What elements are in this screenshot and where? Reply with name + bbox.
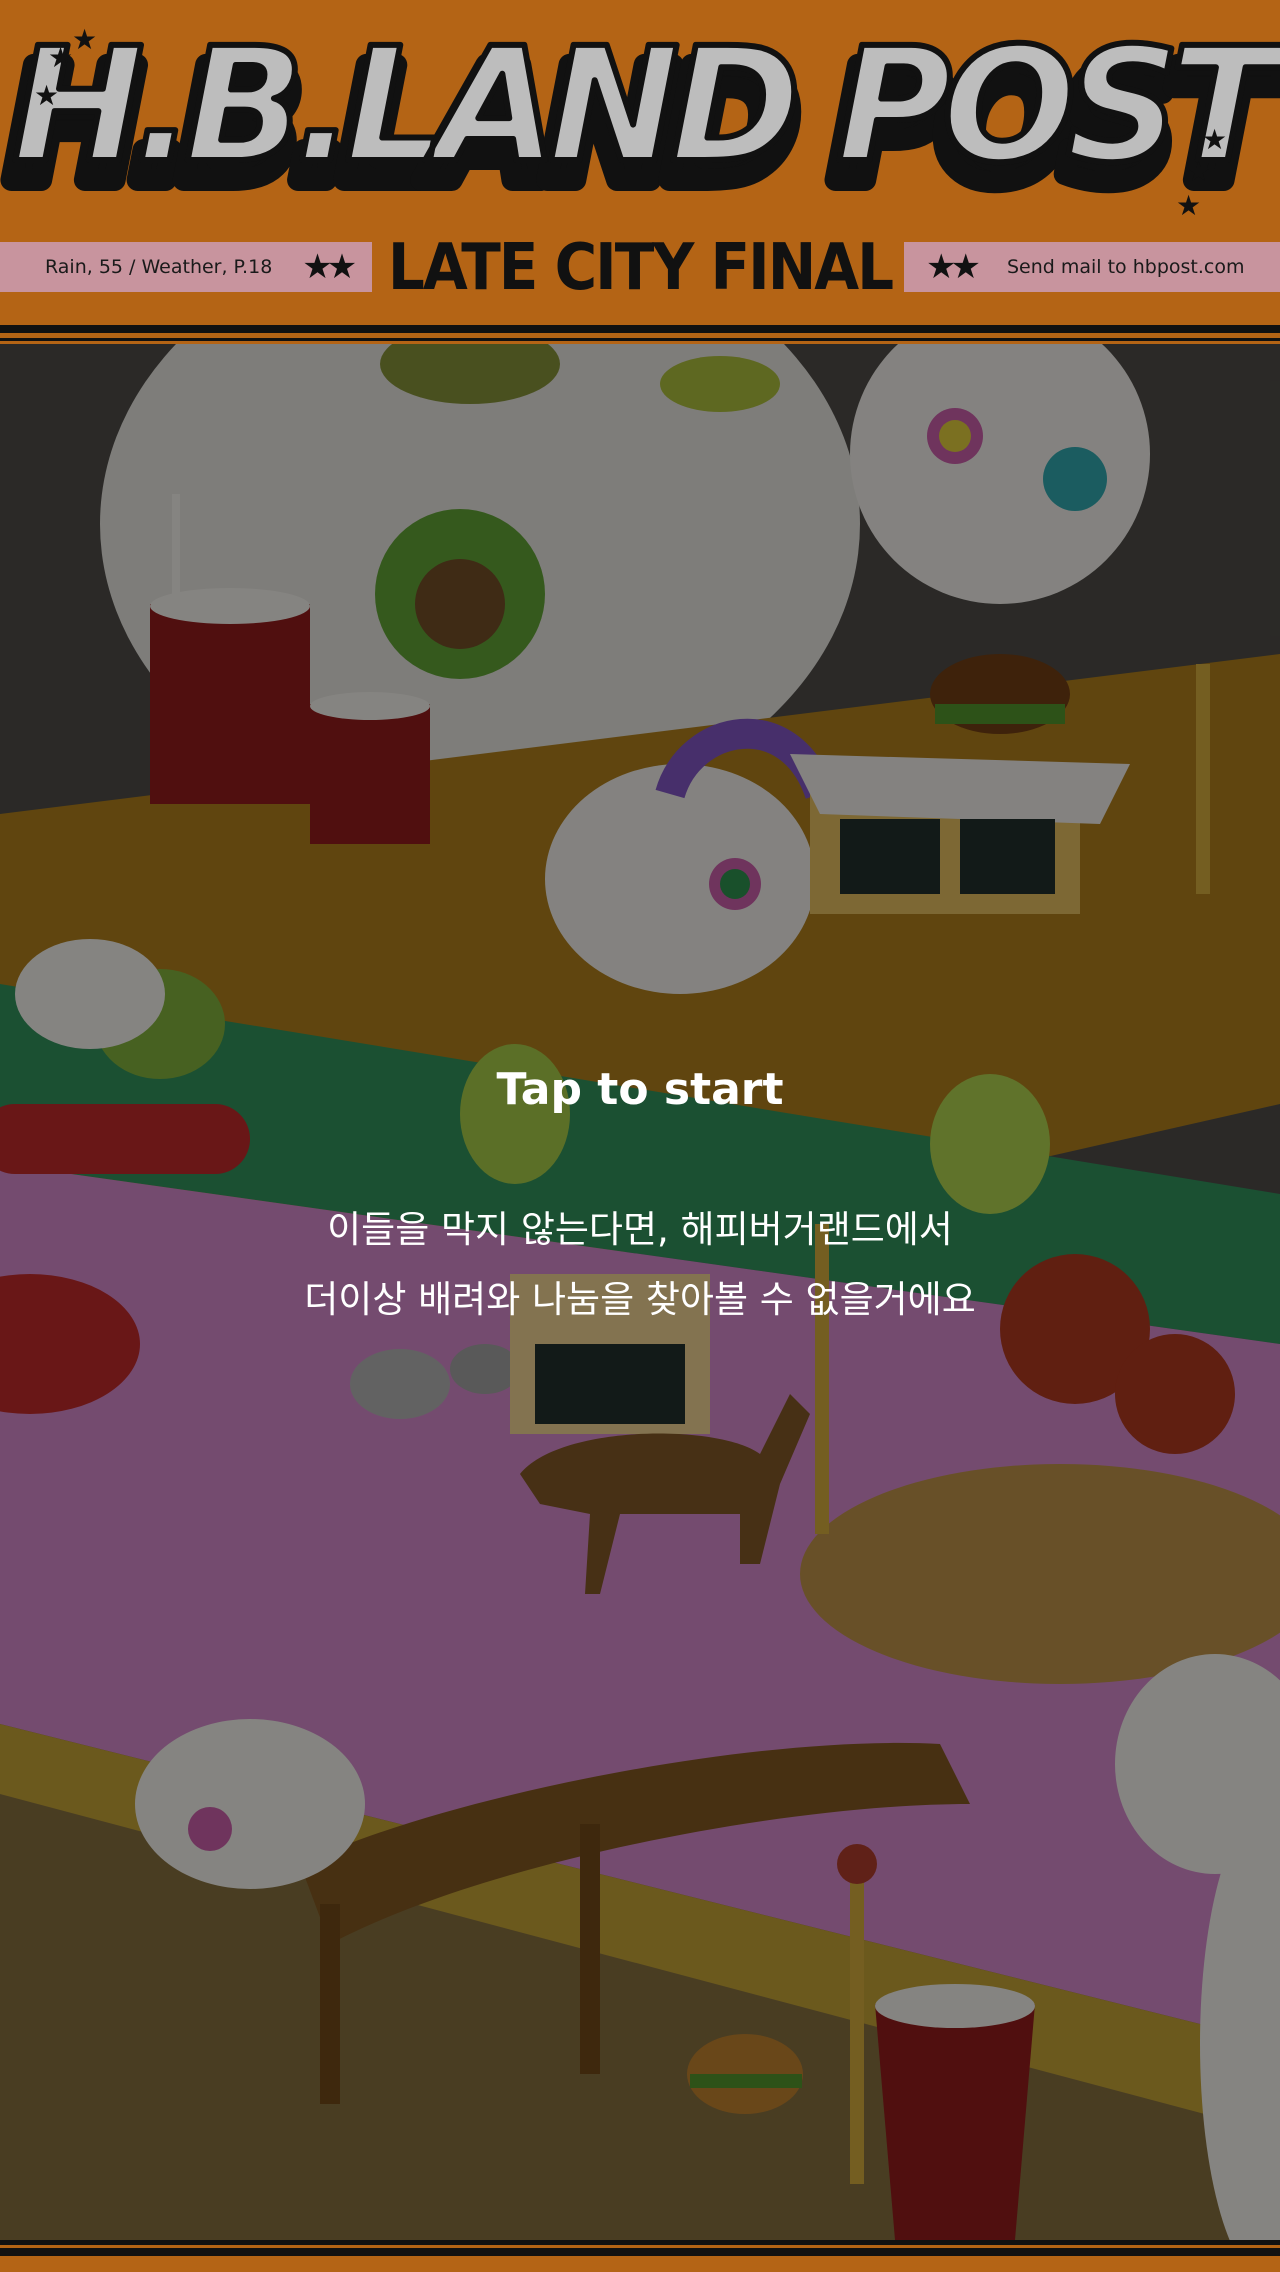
mail-link[interactable]: Send mail to hbpost.com (1007, 256, 1245, 278)
tap-to-start-label[interactable]: Tap to start (0, 1064, 1280, 1115)
edition-label: LATE CITY FINAL (387, 229, 894, 305)
story-message-line-2: 더이상 배려와 나눔을 찾아볼 수 없을거에요 (304, 1278, 976, 1321)
masthead: H.B.LAND POST H.B.LAND POST ★ ★ ★ ★ ★ ★ … (0, 0, 1280, 325)
footer-rule-thick (0, 2248, 1280, 2256)
weather-text: Rain, 55 / Weather, P.18 (45, 256, 273, 278)
star-icon: ★ (1176, 189, 1202, 222)
star-icon: ★ (34, 79, 60, 112)
star-icon: ★ (1186, 155, 1212, 188)
footer-band (0, 2258, 1280, 2272)
star-icon: ★ (72, 23, 98, 56)
masthead-title-graphic: H.B.LAND POST H.B.LAND POST (0, 11, 1280, 229)
star-icon: ★ (1202, 123, 1228, 156)
masthead-rule-thin (0, 338, 1280, 341)
masthead-title: H.B.LAND POST (12, 14, 1280, 198)
footer-rule (0, 2240, 1280, 2245)
weather-bar: Rain, 55 / Weather, P.18 ★★ (0, 242, 372, 292)
star-pair-icon: ★★ (302, 247, 357, 287)
masthead-rule (0, 325, 1280, 333)
star-icon: ★ (48, 41, 74, 74)
mail-bar: ★★ Send mail to hbpost.com (904, 242, 1280, 292)
star-pair-icon: ★★ (926, 247, 981, 287)
start-screen[interactable]: Tap to start 이들을 막지 않는다면, 해피버거랜드에서 더이상 배… (0, 344, 1280, 2240)
story-message-line-1: 이들을 막지 않는다면, 해피버거랜드에서 (327, 1208, 953, 1251)
